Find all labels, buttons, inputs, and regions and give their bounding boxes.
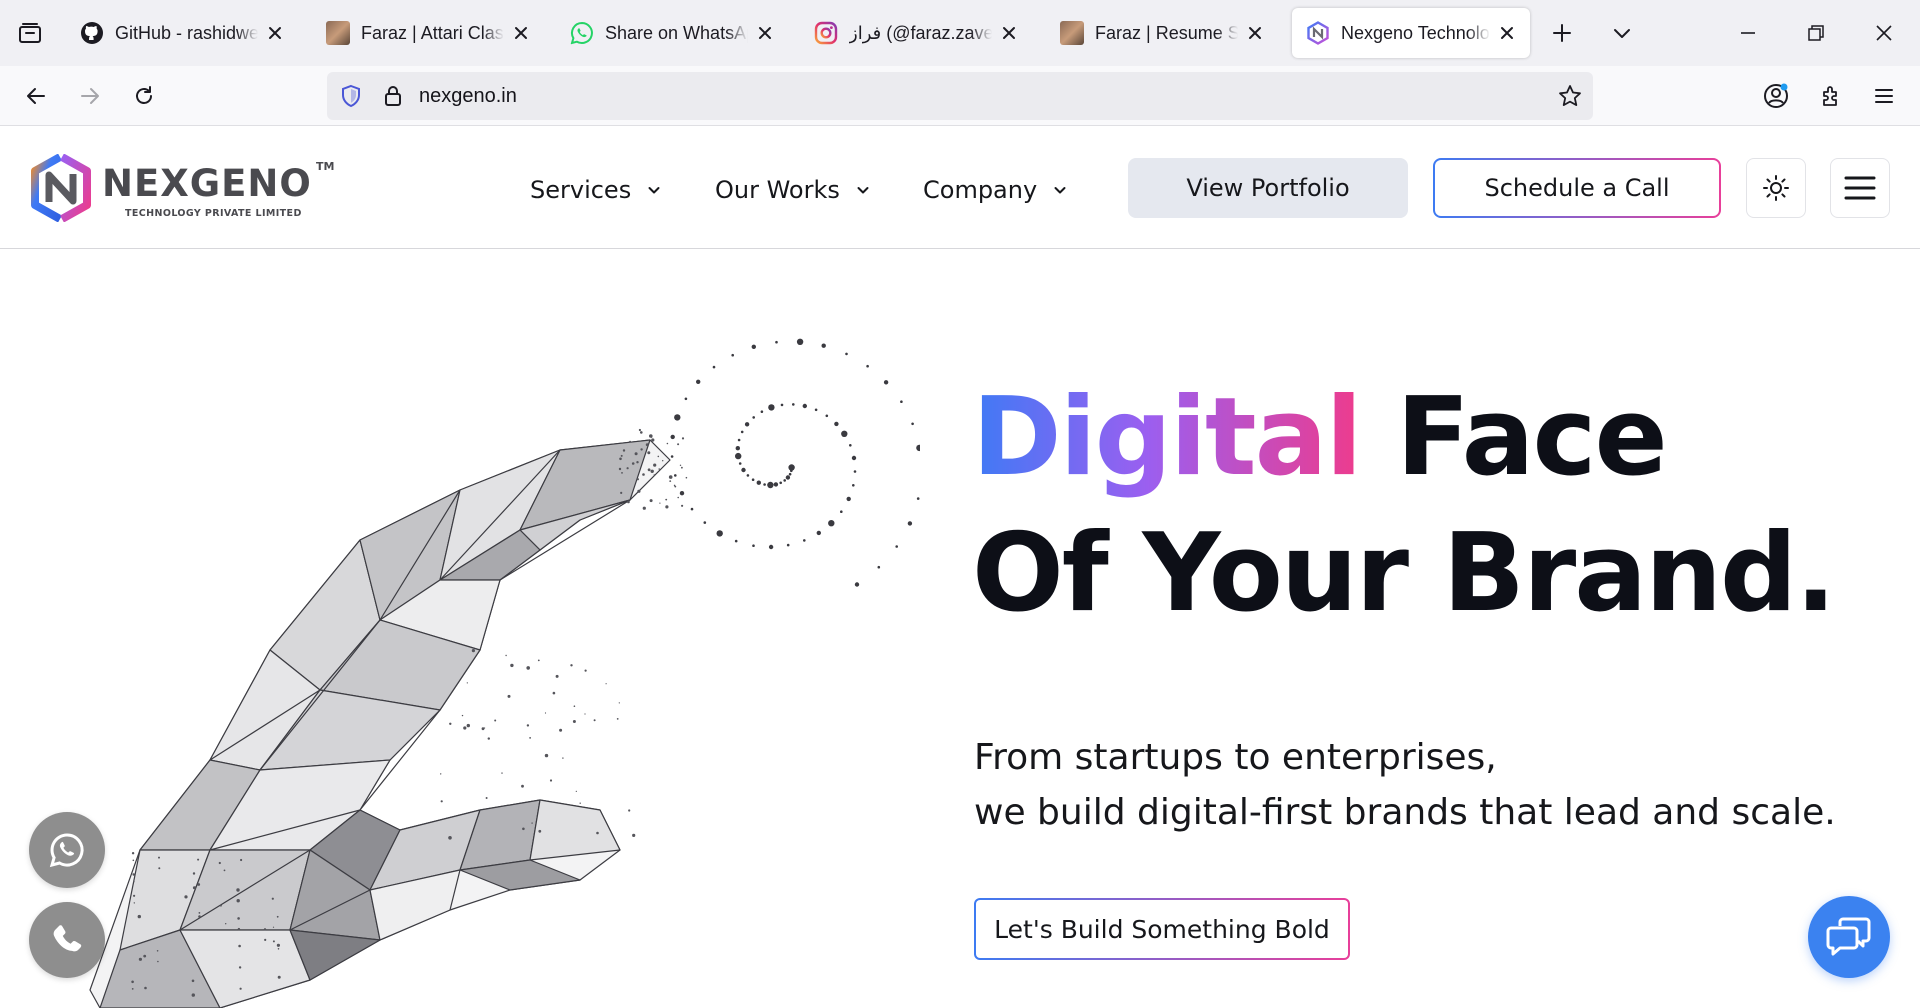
menu-services[interactable]: Services [530, 170, 661, 210]
close-window-icon[interactable] [1868, 17, 1900, 49]
tracking-shield-icon[interactable] [339, 84, 363, 108]
chevron-down-icon [1054, 187, 1066, 194]
nexgeno-logo-mark-icon [31, 154, 91, 222]
app-menu-icon[interactable] [1866, 78, 1902, 114]
low-poly-hand [89, 439, 671, 1008]
subheadline-line1: From startups to enterprises, [974, 737, 1497, 778]
restore-icon[interactable] [1800, 17, 1832, 49]
close-icon[interactable] [998, 22, 1020, 44]
tab-title: Faraz | Attari Classes [361, 22, 504, 43]
tab-title: Faraz | Resume SPA [1095, 22, 1238, 43]
menu-label: Company [923, 176, 1038, 204]
headline-rest: Face [1360, 375, 1668, 500]
chat-bubble-icon [1826, 917, 1871, 956]
back-arrow-icon[interactable] [18, 78, 54, 114]
schedule-call-button[interactable]: Schedule a Call [1433, 158, 1721, 218]
close-icon[interactable] [754, 22, 776, 44]
lock-icon[interactable] [381, 84, 405, 108]
reload-icon[interactable] [126, 78, 162, 114]
close-icon[interactable] [1244, 22, 1266, 44]
cta-label: Let's Build Something Bold [976, 900, 1348, 958]
chevron-down-icon [857, 187, 869, 194]
close-icon[interactable] [510, 22, 532, 44]
particle-swirl [670, 338, 920, 587]
phone-icon [53, 925, 82, 952]
menu-our-works[interactable]: Our Works [715, 170, 870, 210]
url-bar[interactable]: nexgeno.in [327, 72, 1593, 120]
sun-icon [1763, 175, 1789, 201]
browser-toolbar: nexgeno.in [0, 66, 1920, 126]
headline-line2: Of Your Brand. [972, 511, 1836, 636]
tab-list-icon[interactable] [14, 17, 46, 49]
browser-tab-instagram[interactable]: فراز (@faraz.zaveri) • Instagram [800, 8, 1032, 58]
close-icon[interactable] [264, 22, 286, 44]
live-chat-button[interactable] [1808, 896, 1890, 978]
tab-title: Share on WhatsApp [605, 22, 748, 43]
low-poly-hand-illustration [89, 338, 920, 1008]
browser-tab-attari[interactable]: Faraz | Attari Classes [312, 8, 544, 58]
chevron-down-icon[interactable] [1606, 17, 1638, 49]
hamburger-icon [1844, 176, 1876, 200]
tab-title: Nexgeno Technology [1341, 22, 1490, 43]
minimize-icon[interactable] [1732, 17, 1764, 49]
avatar-photo-icon [326, 21, 350, 45]
nexgeno-icon [1306, 21, 1330, 45]
view-portfolio-button[interactable]: View Portfolio [1128, 158, 1408, 218]
logo-trademark: TM [316, 160, 335, 173]
hero-section: Digital Face Of Your Brand. From startup… [0, 250, 1920, 1008]
tab-title: فراز (@faraz.zaveri) • Instagram [849, 22, 992, 43]
logo-wordmark: NEXGENO [102, 162, 312, 205]
browser-tab-whatsapp[interactable]: Share on WhatsApp [556, 8, 788, 58]
menu-label: Services [530, 176, 632, 204]
bookmark-star-icon[interactable] [1557, 83, 1583, 109]
menu-label: Our Works [715, 176, 840, 204]
tab-title: GitHub - rashidweb786/Resume [115, 22, 258, 43]
browser-tab-github[interactable]: GitHub - rashidweb786/Resume [66, 8, 298, 58]
menu-company[interactable]: Company [923, 170, 1067, 210]
subheadline-line2: we build digital-first brands that lead … [974, 792, 1836, 833]
theme-toggle-button[interactable] [1746, 158, 1806, 218]
browser-tab-nexgeno[interactable]: Nexgeno Technology [1292, 8, 1530, 58]
avatar-photo-icon [1060, 21, 1084, 45]
logo-tagline: TECHNOLOGY PRIVATE LIMITED [125, 208, 302, 219]
extensions-icon[interactable] [1813, 78, 1849, 114]
github-icon [80, 21, 104, 45]
headline-accent: Digital [972, 375, 1363, 500]
url-text: nexgeno.in [419, 85, 517, 107]
site-header: NEXGENO TM TECHNOLOGY PRIVATE LIMITED Se… [0, 126, 1920, 249]
forward-arrow-icon[interactable] [72, 78, 108, 114]
nexgeno-logo[interactable]: NEXGENO TM TECHNOLOGY PRIVATE LIMITED [30, 154, 340, 224]
hamburger-menu-button[interactable] [1830, 158, 1890, 218]
close-icon[interactable] [1496, 22, 1518, 44]
browser-tab-resume-spa[interactable]: Faraz | Resume SPA [1046, 8, 1278, 58]
whatsapp-float-button[interactable] [29, 812, 105, 888]
phone-float-button[interactable] [29, 902, 105, 978]
whatsapp-icon [570, 21, 594, 45]
build-something-bold-button[interactable]: Let's Build Something Bold [974, 898, 1350, 960]
hero-headline: Digital Face Of Your Brand. [972, 370, 1836, 642]
chevron-down-icon [648, 187, 660, 194]
instagram-icon [814, 21, 838, 45]
whatsapp-icon [49, 833, 84, 868]
new-tab-icon[interactable] [1546, 17, 1578, 49]
hero-subheadline: From startups to enterprises, we build d… [974, 730, 1836, 840]
browser-tab-strip: GitHub - rashidweb786/Resume Faraz | Att… [0, 0, 1920, 66]
account-icon[interactable] [1758, 78, 1794, 114]
schedule-call-label: Schedule a Call [1435, 160, 1719, 216]
